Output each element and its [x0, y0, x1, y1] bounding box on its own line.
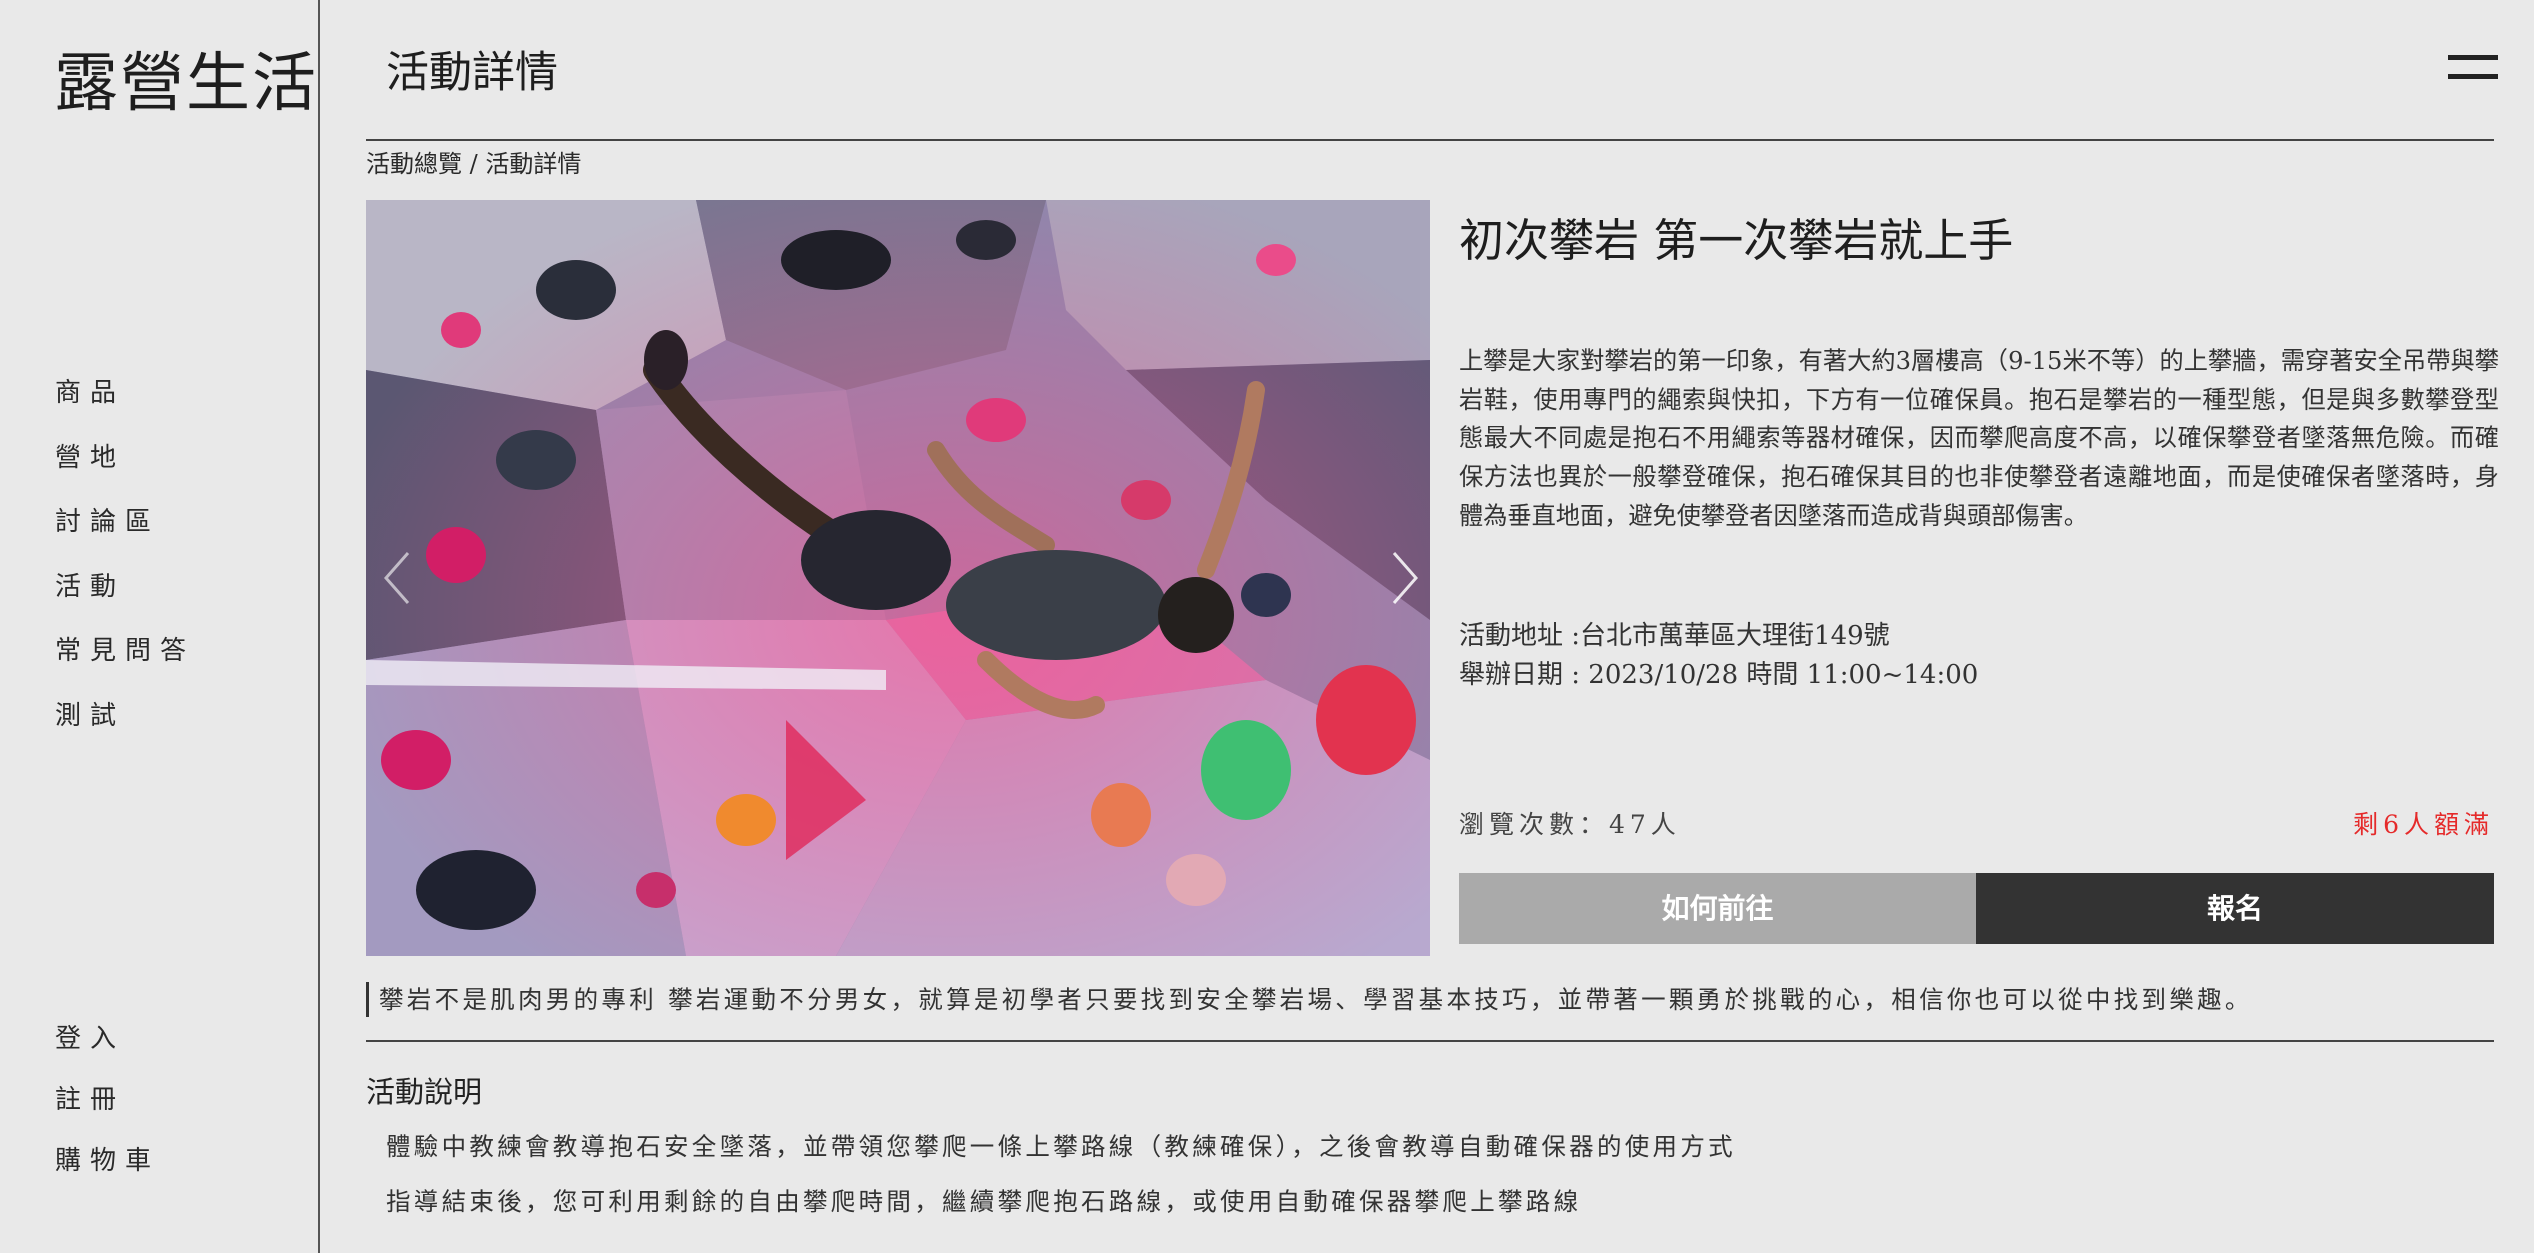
directions-button[interactable]: 如何前往 [1459, 873, 1976, 944]
nav-item-campsites[interactable]: 營地 [55, 435, 195, 500]
details-line: 體驗中教練會教導抱石安全墜落，並帶領您攀爬一條上攀路線（教練確保），之後會教導自… [386, 1132, 1736, 1161]
nav-item-signup[interactable]: 註冊 [55, 1077, 160, 1138]
main-nav: 商品 營地 討論區 活動 常見問答 測試 [55, 370, 195, 757]
details-line: 指導結束後，您可利用剩餘的自由攀爬時間，繼續攀爬抱石路線，或使用自動確保器攀爬上… [386, 1187, 1582, 1216]
details-heading: 活動說明 [366, 1075, 483, 1109]
nav-item-cart[interactable]: 購物車 [55, 1138, 160, 1199]
nav-item-forum[interactable]: 討論區 [55, 499, 195, 564]
nav-item-faq[interactable]: 常見問答 [55, 628, 195, 693]
header-divider [366, 139, 2494, 141]
section-divider [366, 1040, 2494, 1042]
breadcrumb-separator: / [462, 150, 486, 178]
event-quote: 攀岩不是肌肉男的專利 攀岩運動不分男女，就算是初學者只要找到安全攀岩場、學習基本… [366, 982, 2253, 1017]
breadcrumb-parent-link[interactable]: 活動總覽 [366, 150, 462, 178]
event-address: 活動地址 :台北市萬華區大理街149號 [1459, 621, 1890, 651]
sidebar: 露營生活 商品 營地 討論區 活動 常見問答 測試 登入 註冊 購物車 [0, 0, 320, 1253]
site-logo[interactable]: 露營生活 [54, 32, 318, 124]
event-description: 上攀是大家對攀岩的第一印象，有著大約3層樓高（9-15米不等）的上攀牆，需穿著安… [1459, 347, 2499, 530]
remaining-spots-badge: 剩6人額滿 [2353, 810, 2494, 839]
event-title: 初次攀岩 第一次攀岩就上手 [1459, 214, 2014, 267]
chevron-right-icon[interactable] [1384, 548, 1424, 608]
event-photo [366, 200, 1430, 956]
hamburger-icon[interactable] [2448, 52, 2498, 82]
breadcrumb-current: 活動詳情 [485, 150, 582, 178]
account-nav: 登入 註冊 購物車 [55, 1016, 160, 1199]
nav-item-login[interactable]: 登入 [55, 1016, 160, 1077]
nav-item-products[interactable]: 商品 [55, 370, 195, 435]
event-date: 舉辦日期 : 2023/10/28 時間 11:00~14:00 [1459, 660, 1979, 690]
nav-item-events[interactable]: 活動 [55, 564, 195, 629]
nav-item-test[interactable]: 測試 [55, 693, 195, 758]
view-count: 瀏覽次數：47人 [1459, 810, 1681, 839]
breadcrumb: 活動總覽 / 活動詳情 [366, 144, 581, 179]
chevron-left-icon[interactable] [378, 548, 418, 608]
register-button[interactable]: 報名 [1976, 873, 2494, 944]
page-title: 活動詳情 [386, 48, 558, 98]
